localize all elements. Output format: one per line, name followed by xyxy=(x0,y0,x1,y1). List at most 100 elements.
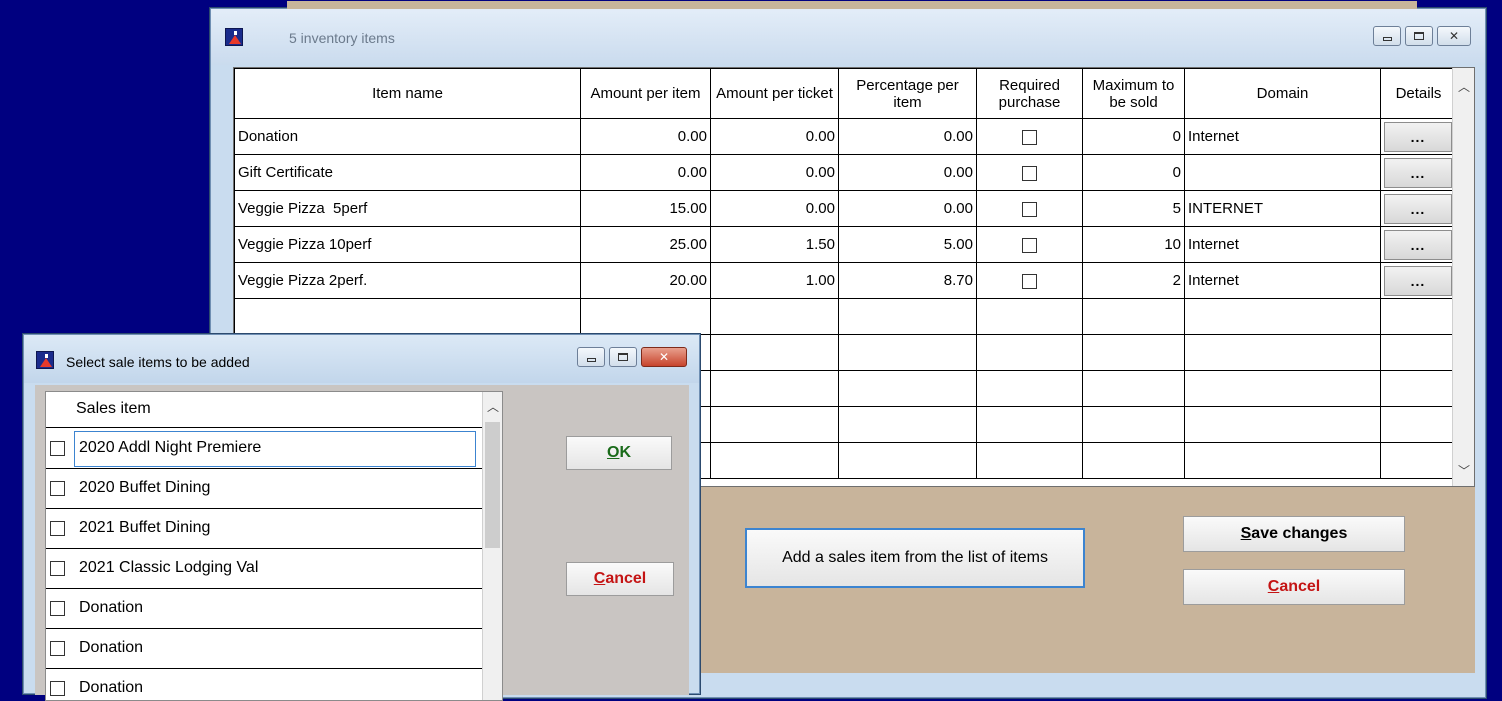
cell-percentage[interactable]: 5.00 xyxy=(838,226,977,263)
col-amount-per-item[interactable]: Amount per item xyxy=(580,68,711,119)
scroll-down-icon[interactable]: ﹀ xyxy=(1458,462,1470,479)
col-details[interactable]: Details xyxy=(1380,68,1457,119)
cell-amount-per-ticket[interactable]: 0.00 xyxy=(710,118,839,155)
list-item[interactable]: Donation xyxy=(46,629,486,669)
cell-item-name[interactable]: Veggie Pizza 10perf xyxy=(234,226,581,263)
sales-item-list[interactable]: Sales item 2020 Addl Night Premiere 2020… xyxy=(45,391,503,701)
background-window-strip xyxy=(287,1,1417,9)
maximize-button[interactable] xyxy=(1405,26,1433,46)
item-checkbox[interactable] xyxy=(50,681,65,696)
cell-amount-per-item[interactable]: 25.00 xyxy=(580,226,711,263)
required-purchase-checkbox[interactable] xyxy=(1022,165,1037,181)
grid-scrollbar[interactable]: ︿ ﹀ xyxy=(1452,68,1474,486)
empty-row[interactable] xyxy=(234,298,1457,335)
scroll-thumb[interactable] xyxy=(485,422,500,548)
list-item[interactable]: 2021 Classic Lodging Val xyxy=(46,549,486,589)
item-label: 2020 Addl Night Premiere xyxy=(79,439,262,456)
cell-percentage[interactable]: 0.00 xyxy=(838,154,977,191)
dialog-close-button[interactable]: ✕ xyxy=(641,347,687,367)
table-row[interactable]: Veggie Pizza 5perf 15.00 0.00 0.00 5 INT… xyxy=(234,190,1457,227)
required-purchase-checkbox[interactable] xyxy=(1022,237,1037,253)
list-item[interactable]: 2020 Buffet Dining xyxy=(46,469,486,509)
item-checkbox[interactable] xyxy=(50,521,65,536)
cell-max[interactable]: 0 xyxy=(1082,154,1185,191)
col-maximum-to-be-sold[interactable]: Maximum to be sold xyxy=(1082,68,1185,119)
col-domain[interactable]: Domain xyxy=(1184,68,1381,119)
details-button[interactable]: ... xyxy=(1384,121,1452,152)
cell-max[interactable]: 0 xyxy=(1082,118,1185,155)
dialog-cancel-label: ancel xyxy=(605,570,647,587)
item-checkbox[interactable] xyxy=(50,561,65,576)
cell-max[interactable]: 5 xyxy=(1082,190,1185,227)
list-item[interactable]: Donation xyxy=(46,669,486,700)
item-checkbox[interactable] xyxy=(50,601,65,616)
add-sales-item-button[interactable]: Add a sales item from the list of items xyxy=(745,528,1085,588)
cell-amount-per-ticket[interactable]: 1.00 xyxy=(710,262,839,299)
cell-amount-per-item[interactable]: 0.00 xyxy=(580,154,711,191)
cell-domain[interactable]: Internet xyxy=(1184,226,1381,263)
cell-amount-per-ticket[interactable]: 1.50 xyxy=(710,226,839,263)
scroll-up-icon[interactable]: ︿ xyxy=(487,398,499,415)
cell-required xyxy=(976,154,1083,191)
cell-domain[interactable]: Internet xyxy=(1184,262,1381,299)
cell-required xyxy=(976,118,1083,155)
dialog-titlebar[interactable]: Select sale items to be added ✕ xyxy=(24,335,699,383)
sales-item-header[interactable]: Sales item xyxy=(46,392,486,428)
cell-amount-per-item[interactable]: 15.00 xyxy=(580,190,711,227)
cell-percentage[interactable]: 8.70 xyxy=(838,262,977,299)
item-checkbox[interactable] xyxy=(50,641,65,656)
cell-details: ... xyxy=(1380,118,1457,155)
details-button[interactable]: ... xyxy=(1384,229,1452,260)
minimize-button[interactable] xyxy=(1373,26,1401,46)
cell-percentage[interactable]: 0.00 xyxy=(838,118,977,155)
table-row[interactable]: Donation 0.00 0.00 0.00 0 Internet ... xyxy=(234,118,1457,155)
col-item-name[interactable]: Item name xyxy=(234,68,581,119)
item-label: 2021 Buffet Dining xyxy=(79,519,211,536)
required-purchase-checkbox[interactable] xyxy=(1022,273,1037,289)
details-button[interactable]: ... xyxy=(1384,193,1452,224)
inventory-titlebar[interactable]: 5 inventory items ✕ xyxy=(211,9,1485,65)
list-scrollbar[interactable]: ︿ xyxy=(482,392,502,700)
required-purchase-checkbox[interactable] xyxy=(1022,129,1037,145)
item-checkbox[interactable] xyxy=(50,481,65,496)
list-item[interactable]: 2021 Buffet Dining xyxy=(46,509,486,549)
dialog-minimize-button[interactable] xyxy=(577,347,605,367)
cell-max[interactable]: 10 xyxy=(1082,226,1185,263)
dialog-maximize-button[interactable] xyxy=(609,347,637,367)
dialog-cancel-accesskey: C xyxy=(593,570,606,587)
cell-domain[interactable] xyxy=(1184,154,1381,191)
required-purchase-checkbox[interactable] xyxy=(1022,201,1037,217)
table-row[interactable]: Veggie Pizza 10perf 25.00 1.50 5.00 10 I… xyxy=(234,226,1457,263)
save-changes-button[interactable]: Save changes xyxy=(1183,516,1405,552)
cell-item-name[interactable]: Donation xyxy=(234,118,581,155)
cell-amount-per-item[interactable]: 20.00 xyxy=(580,262,711,299)
item-label: Donation xyxy=(79,599,144,616)
cell-item-name[interactable]: Gift Certificate xyxy=(234,154,581,191)
list-item[interactable]: 2020 Addl Night Premiere xyxy=(46,429,486,469)
cell-details: ... xyxy=(1380,154,1457,191)
scroll-up-icon[interactable]: ︿ xyxy=(1458,78,1470,95)
item-checkbox[interactable] xyxy=(50,441,65,456)
list-item[interactable]: Donation xyxy=(46,589,486,629)
cell-percentage[interactable]: 0.00 xyxy=(838,190,977,227)
col-amount-per-ticket[interactable]: Amount per ticket xyxy=(710,68,839,119)
cell-item-name[interactable]: Veggie Pizza 2perf. xyxy=(234,262,581,299)
details-button[interactable]: ... xyxy=(1384,265,1452,296)
dialog-body: Sales item 2020 Addl Night Premiere 2020… xyxy=(35,385,689,701)
cell-amount-per-ticket[interactable]: 0.00 xyxy=(710,154,839,191)
cell-item-name[interactable]: Veggie Pizza 5perf xyxy=(234,190,581,227)
details-button[interactable]: ... xyxy=(1384,157,1452,188)
close-button[interactable]: ✕ xyxy=(1437,26,1471,46)
cell-amount-per-ticket[interactable]: 0.00 xyxy=(710,190,839,227)
col-required-purchase[interactable]: Required purchase xyxy=(976,68,1083,119)
cell-domain[interactable]: INTERNET xyxy=(1184,190,1381,227)
cell-max[interactable]: 2 xyxy=(1082,262,1185,299)
dialog-cancel-button[interactable]: Cancel xyxy=(566,562,674,596)
cell-amount-per-item[interactable]: 0.00 xyxy=(580,118,711,155)
table-row[interactable]: Gift Certificate 0.00 0.00 0.00 0 ... xyxy=(234,154,1457,191)
ok-button[interactable]: OK xyxy=(566,436,672,470)
table-row[interactable]: Veggie Pizza 2perf. 20.00 1.00 8.70 2 In… xyxy=(234,262,1457,299)
cancel-button[interactable]: Cancel xyxy=(1183,569,1405,605)
cell-domain[interactable]: Internet xyxy=(1184,118,1381,155)
col-percentage-per-item[interactable]: Percentage per item xyxy=(838,68,977,119)
